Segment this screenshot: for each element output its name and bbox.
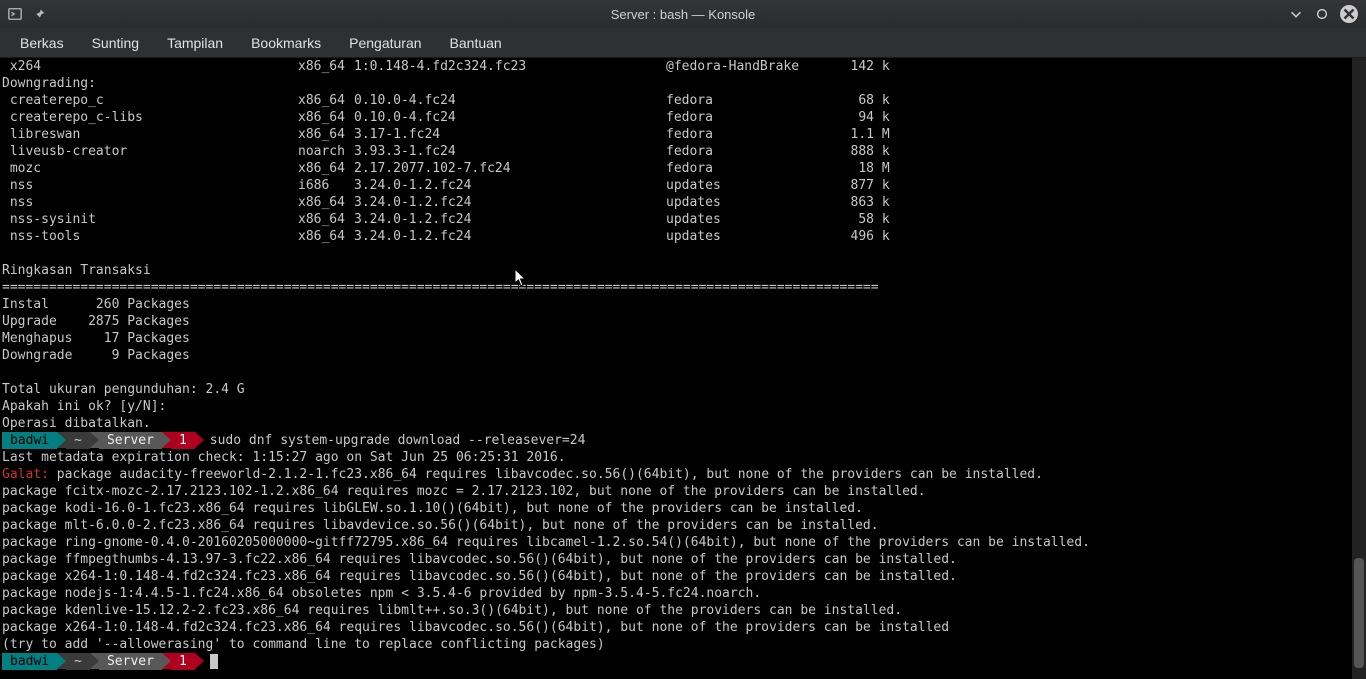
- prompt-user: badwi: [2, 653, 57, 670]
- terminal-icon: [8, 7, 22, 21]
- package-row: liveusb-creatornoarch3.93.3-1.fc24fedora…: [2, 143, 1362, 160]
- meta-line: Last metadata expiration check: 1:15:27 …: [2, 449, 1362, 466]
- menu-berkas[interactable]: Berkas: [6, 31, 78, 55]
- prompt-dir: ~: [66, 653, 90, 670]
- menu-pengaturan[interactable]: Pengaturan: [335, 31, 435, 55]
- prompt-host: Server: [99, 653, 162, 670]
- menu-tampilan[interactable]: Tampilan: [153, 31, 237, 55]
- error-line: package kdenlive-15.12.2-2.fc23.x86_64 r…: [2, 602, 1362, 619]
- error-line: package nodejs-1:4.4.5-1.fc24.x86_64 obs…: [2, 585, 1362, 602]
- window-title: Server : bash — Konsole: [611, 7, 756, 22]
- error-line: package ring-gnome-0.4.0-20160205000000~…: [2, 534, 1362, 551]
- package-row: mozcx86_642.17.2077.102-7.fc24fedora18 M: [2, 160, 1362, 177]
- summary-rule: ========================================…: [2, 279, 1362, 296]
- prompt-num: 1: [171, 432, 195, 449]
- error-line: package ffmpegthumbs-4.13.97-3.fc22.x86_…: [2, 551, 1362, 568]
- menu-bar: Berkas Sunting Tampilan Bookmarks Pengat…: [0, 28, 1366, 58]
- error-line: Galat: package audacity-freeworld-2.1.2-…: [2, 466, 1362, 483]
- text-cursor: [210, 654, 218, 669]
- package-row: createrepo_c-libsx86_640.10.0-4.fc24fedo…: [2, 109, 1362, 126]
- terminal-output[interactable]: x264x86_641:0.148-4.fd2c324.fc23@fedora-…: [0, 58, 1366, 679]
- prompt-line: badwi ~ Server 1 sudo dnf system-upgrade dow…: [2, 432, 1362, 449]
- scrollbar-track[interactable]: [1352, 58, 1366, 679]
- close-button[interactable]: [1340, 5, 1358, 23]
- summary-line: Downgrade 9 Packages: [2, 347, 1362, 364]
- menu-sunting[interactable]: Sunting: [78, 31, 153, 55]
- minimize-button[interactable]: [1288, 6, 1304, 22]
- prompt-command: [204, 653, 218, 670]
- summary-line: Instal 260 Packages: [2, 296, 1362, 313]
- package-row: createrepo_cx86_640.10.0-4.fc24fedora68 …: [2, 92, 1362, 109]
- prompt-command: sudo dnf system-upgrade download --relea…: [204, 432, 586, 449]
- confirm-prompt: Apakah ini ok? [y/N]:: [2, 398, 1362, 415]
- menu-bantuan[interactable]: Bantuan: [436, 31, 516, 55]
- error-line: package x264-1:0.148-4.fd2c324.fc23.x86_…: [2, 568, 1362, 585]
- hint-line: (try to add '--allowerasing' to command …: [2, 636, 1362, 653]
- total-line: Total ukuran pengunduhan: 2.4 G: [2, 381, 1362, 398]
- section-label: Downgrading:: [2, 75, 1362, 92]
- package-row: nssi6863.24.0-1.2.fc24updates877 k: [2, 177, 1362, 194]
- error-line: package x264-1:0.148-4.fd2c324.fc23.x86_…: [2, 619, 1362, 636]
- pin-icon[interactable]: [32, 7, 46, 21]
- package-row: nss-toolsx86_643.24.0-1.2.fc24updates496…: [2, 228, 1362, 245]
- error-line: package kodi-16.0-1.fc23.x86_64 requires…: [2, 500, 1362, 517]
- error-line: package fcitx-mozc-2.17.2123.102-1.2.x86…: [2, 483, 1362, 500]
- prompt-line: badwi ~ Server 1: [2, 653, 1362, 670]
- package-row: libreswanx86_643.17-1.fc24fedora1.1 M: [2, 126, 1362, 143]
- maximize-button[interactable]: [1314, 6, 1330, 22]
- prompt-host: Server: [99, 432, 162, 449]
- prompt-dir: ~: [66, 432, 90, 449]
- prompt-num: 1: [171, 653, 195, 670]
- package-row: nss-sysinitx86_643.24.0-1.2.fc24updates5…: [2, 211, 1362, 228]
- cancelled-line: Operasi dibatalkan.: [2, 415, 1362, 432]
- summary-line: Upgrade 2875 Packages: [2, 313, 1362, 330]
- window-titlebar: Server : bash — Konsole: [0, 0, 1366, 28]
- package-row: nssx86_643.24.0-1.2.fc24updates863 k: [2, 194, 1362, 211]
- blank-line: [2, 364, 1362, 381]
- package-row: x264x86_641:0.148-4.fd2c324.fc23@fedora-…: [2, 58, 1362, 75]
- error-line: package mlt-6.0.0-2.fc23.x86_64 requires…: [2, 517, 1362, 534]
- scrollbar-thumb[interactable]: [1354, 558, 1364, 668]
- summary-heading: Ringkasan Transaksi: [2, 262, 1362, 279]
- prompt-user: badwi: [2, 432, 57, 449]
- blank-line: [2, 245, 1362, 262]
- summary-line: Menghapus 17 Packages: [2, 330, 1362, 347]
- menu-bookmarks[interactable]: Bookmarks: [237, 31, 335, 55]
